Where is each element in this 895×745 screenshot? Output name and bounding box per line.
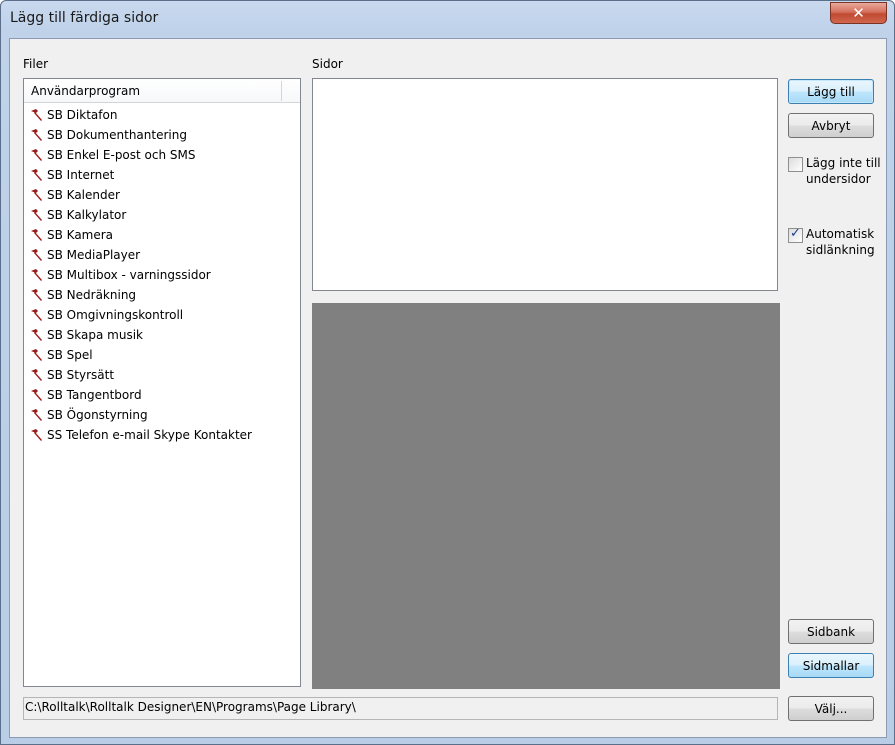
close-button[interactable]: ✕ (830, 2, 887, 24)
column-divider[interactable] (281, 81, 282, 101)
list-item-label: SB Kamera (47, 228, 114, 242)
page-bank-button[interactable]: Sidbank (788, 619, 874, 644)
hammer-icon (31, 129, 42, 141)
list-item[interactable]: SB Diktafon (24, 105, 300, 125)
add-button[interactable]: Lägg till (788, 79, 874, 104)
list-item[interactable]: SB Styrsätt (24, 365, 300, 385)
hammer-icon (31, 289, 42, 301)
pages-listbox[interactable] (312, 78, 778, 291)
hammer-icon (31, 329, 42, 341)
list-item[interactable]: SB Omgivningskontroll (24, 305, 300, 325)
hammer-icon (31, 189, 42, 201)
list-item-label: SB Kalkylator (47, 208, 127, 222)
list-item[interactable]: SB Multibox - varningssidor (24, 265, 300, 285)
list-item-label: SB Diktafon (47, 108, 118, 122)
list-item[interactable]: SB Kamera (24, 225, 300, 245)
list-item-label: SB MediaPlayer (47, 248, 141, 262)
no-subpages-label-line2: undersidor (806, 172, 871, 186)
list-item-label: SB Skapa musik (47, 328, 143, 342)
hammer-icon (31, 229, 42, 241)
hammer-icon (31, 109, 42, 121)
choose-button[interactable]: Välj... (788, 696, 874, 721)
list-item[interactable]: SB MediaPlayer (24, 245, 300, 265)
no-subpages-checkbox[interactable] (788, 157, 803, 172)
hammer-icon (31, 149, 42, 161)
hammer-icon (31, 249, 42, 261)
files-label: Filer (23, 57, 48, 71)
list-item-label: SB Multibox - varningssidor (47, 268, 211, 282)
hammer-icon (31, 309, 42, 321)
list-item-label: SB Nedräkning (47, 288, 137, 302)
checkmark-icon: ✓ (790, 226, 801, 241)
hammer-icon (31, 369, 42, 381)
column-header-label: Användarprogram (31, 84, 141, 98)
files-listbox[interactable]: Användarprogram SB Diktafon SB Dokumentha… (23, 78, 301, 687)
path-field: C:\Rolltalk\Rolltalk Designer\EN\Program… (23, 697, 778, 720)
list-item[interactable]: SB Dokumenthantering (24, 125, 300, 145)
hammer-icon (31, 349, 42, 361)
window-title: Lägg till färdiga sidor (10, 10, 159, 26)
list-item-label: SB Kalender (47, 188, 120, 202)
hammer-icon (31, 429, 42, 441)
list-item[interactable]: SB Ögonstyrning (24, 405, 300, 425)
hammer-icon (31, 169, 42, 181)
files-list-items: SB Diktafon SB Dokumenthantering SB Enkel … (24, 105, 300, 445)
pages-label: Sidor (312, 57, 343, 71)
dialog-window: Lägg till färdiga sidor ✕ Filer Användar… (0, 0, 895, 745)
list-item[interactable]: SB Tangentbord (24, 385, 300, 405)
cancel-button[interactable]: Avbryt (788, 113, 874, 138)
auto-link-label-line1: Automatisk (806, 227, 875, 241)
auto-link-label-line2: sidlänkning (806, 243, 875, 257)
list-item-label: SB Internet (47, 168, 115, 182)
list-item-label: SB Ögonstyrning (47, 408, 148, 422)
hammer-icon (31, 409, 42, 421)
list-item-label: SB Tangentbord (47, 388, 142, 402)
auto-link-label: Automatisk sidlänkning (806, 226, 875, 258)
page-templates-button[interactable]: Sidmallar (788, 653, 874, 678)
no-subpages-label-line1: Lägg inte till (806, 156, 881, 170)
list-item[interactable]: SS Telefon e-mail Skype Kontakter (24, 425, 300, 445)
no-subpages-label: Lägg inte till undersidor (806, 155, 881, 187)
list-item-label: SB Styrsätt (47, 368, 115, 382)
list-item-label: SS Telefon e-mail Skype Kontakter (47, 428, 252, 442)
close-icon: ✕ (852, 4, 865, 22)
title-bar[interactable]: Lägg till färdiga sidor ✕ (1, 1, 894, 35)
list-item-label: SB Dokumenthantering (47, 128, 187, 142)
list-item[interactable]: SB Nedräkning (24, 285, 300, 305)
list-item-label: SB Enkel E-post och SMS (47, 148, 196, 162)
hammer-icon (31, 209, 42, 221)
dialog-client-area: Filer Användarprogram SB Diktafon SB Doku… (9, 38, 887, 738)
path-text: C:\Rolltalk\Rolltalk Designer\EN\Program… (25, 700, 356, 714)
pages-label-text: Sidor (312, 57, 343, 71)
list-column-header[interactable]: Användarprogram (24, 79, 300, 103)
list-item-label: SB Spel (47, 348, 93, 362)
hammer-icon (31, 269, 42, 281)
list-item[interactable]: SB Spel (24, 345, 300, 365)
files-label-text: Filer (23, 57, 49, 71)
list-item[interactable]: SB Skapa musik (24, 325, 300, 345)
page-preview-area (312, 303, 780, 689)
auto-link-checkbox[interactable]: ✓ (788, 226, 803, 243)
list-item[interactable]: SB Internet (24, 165, 300, 185)
list-item[interactable]: SB Enkel E-post och SMS (24, 145, 300, 165)
list-item[interactable]: SB Kalender (24, 185, 300, 205)
hammer-icon (31, 389, 42, 401)
list-item[interactable]: SB Kalkylator (24, 205, 300, 225)
list-item-label: SB Omgivningskontroll (47, 308, 184, 322)
